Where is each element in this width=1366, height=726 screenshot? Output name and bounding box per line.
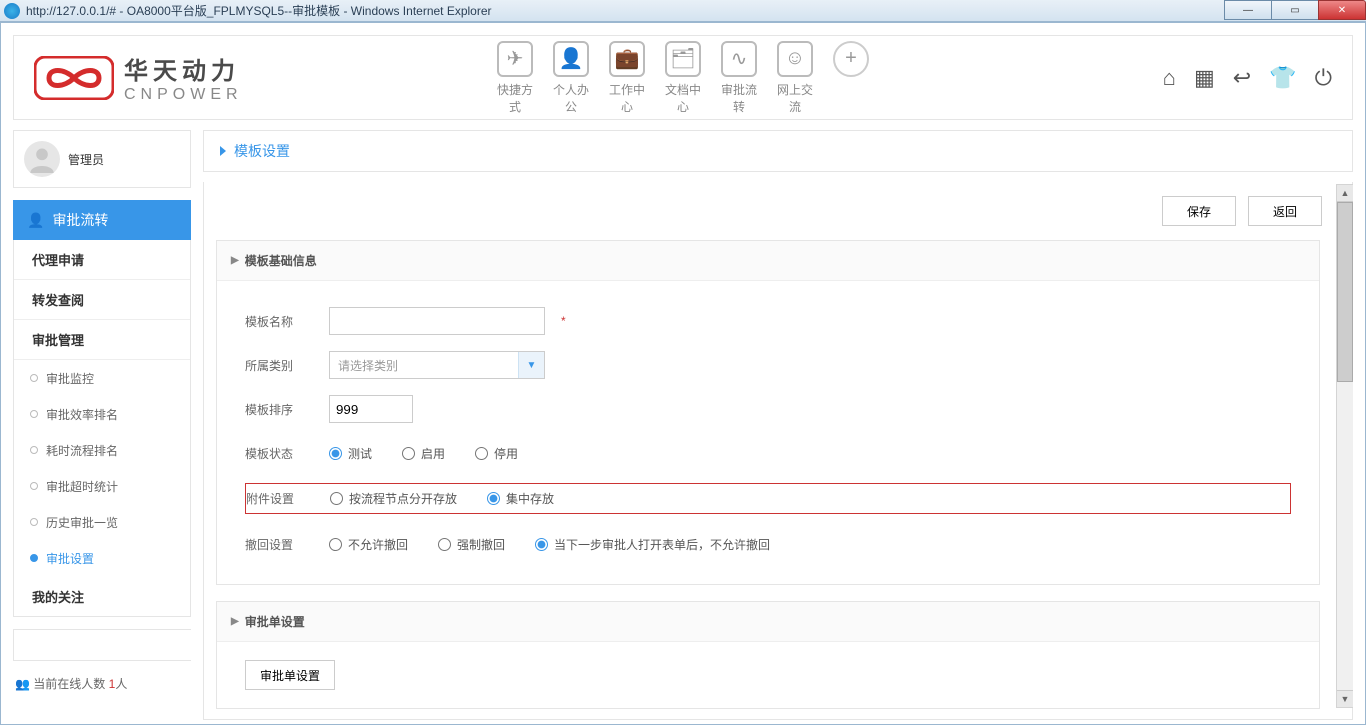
shirt-icon[interactable]: 👕	[1269, 65, 1296, 91]
radio-recall-force[interactable]: 强制撤回	[438, 536, 505, 553]
user-name: 管理员	[68, 151, 104, 168]
plus-icon: +	[833, 41, 869, 77]
top-nav: ✈快捷方式 👤个人办公 💼工作中心 🗂文档中心 ∿审批流转 ☺网上交流 +	[492, 41, 874, 115]
label-recall: 撤回设置	[245, 536, 315, 553]
radio-recall-no[interactable]: 不允许撤回	[329, 536, 408, 553]
folder-icon: 🗂	[665, 41, 701, 77]
window-title: http://127.0.0.1/# - OA8000平台版_FPLMYSQL5…	[26, 2, 492, 19]
maximize-button[interactable]: ▭	[1271, 0, 1319, 20]
label-attach: 附件设置	[246, 490, 316, 507]
sidebar-item-follow[interactable]: 我的关注	[14, 576, 190, 616]
radio-attach-central[interactable]: 集中存放	[487, 490, 554, 507]
top-right-icons: ⌂ ▦ ↩ 👕 ⏻	[1163, 65, 1332, 91]
radio-recall-afteropen[interactable]: 当下一步审批人打开表单后，不允许撤回	[535, 536, 770, 553]
people-icon: 👥	[15, 677, 30, 691]
wave-icon: ∿	[721, 41, 757, 77]
user-silhouette-icon: 👤	[27, 212, 44, 229]
radio-state-disable[interactable]: 停用	[475, 445, 518, 462]
content-scroll: 保存 返回 ▶模板基础信息 模板名称 * 所属类别	[203, 182, 1353, 720]
sidebar-sub-history[interactable]: 历史审批一览	[14, 504, 190, 540]
sidebar-item-manage[interactable]: 审批管理	[14, 320, 190, 360]
app-root: 华天动力 CNPOWER ✈快捷方式 👤个人办公 💼工作中心 🗂文档中心 ∿审批…	[0, 22, 1366, 725]
topnav-chat[interactable]: ☺网上交流	[772, 41, 818, 115]
sidebar-sub-efficiency[interactable]: 审批效率排名	[14, 396, 190, 432]
power-icon[interactable]: ⏻	[1315, 65, 1332, 91]
chevron-down-icon: ▼	[518, 352, 544, 378]
label-template-name: 模板名称	[245, 313, 315, 330]
back-button[interactable]: 返回	[1248, 196, 1322, 226]
browser-titlebar: http://127.0.0.1/# - OA8000平台版_FPLMYSQL5…	[0, 0, 1366, 22]
sidebar-search	[13, 629, 191, 661]
main-area: 模板设置 保存 返回 ▶模板基础信息 模板名称 *	[203, 130, 1353, 720]
sidebar-sub-settings[interactable]: 审批设置	[14, 540, 190, 576]
avatar	[24, 141, 60, 177]
scroll-up-icon[interactable]: ▲	[1337, 185, 1353, 202]
action-bar: 保存 返回	[204, 182, 1322, 240]
sidebar-sub-monitor[interactable]: 审批监控	[14, 360, 190, 396]
app-header: 华天动力 CNPOWER ✈快捷方式 👤个人办公 💼工作中心 🗂文档中心 ∿审批…	[13, 35, 1353, 120]
sidebar-sub-timeout[interactable]: 审批超时统计	[14, 468, 190, 504]
attachment-highlight-box: 附件设置 按流程节点分开存放 集中存放	[245, 483, 1291, 514]
panel-basic-info: ▶模板基础信息 模板名称 * 所属类别 请选择类别	[216, 240, 1320, 585]
side-menu: 代理申请 转发查阅 审批管理 审批监控 审批效率排名 耗时流程排名 审批超时统计…	[13, 240, 191, 617]
side-section-header: 👤 审批流转	[13, 200, 191, 240]
apps-icon[interactable]: ▦	[1194, 65, 1215, 91]
topnav-shortcut[interactable]: ✈快捷方式	[492, 41, 538, 115]
panel-approval-header[interactable]: ▶审批单设置	[217, 602, 1319, 642]
topnav-personal[interactable]: 👤个人办公	[548, 41, 594, 115]
category-select[interactable]: 请选择类别 ▼	[329, 351, 545, 379]
topnav-docs[interactable]: 🗂文档中心	[660, 41, 706, 115]
approval-form-button[interactable]: 审批单设置	[245, 660, 335, 690]
panel-basic-header[interactable]: ▶模板基础信息	[217, 241, 1319, 281]
required-mark: *	[561, 314, 566, 328]
breadcrumb: 模板设置	[203, 130, 1353, 172]
template-name-input[interactable]	[329, 307, 545, 335]
radio-state-enable[interactable]: 启用	[402, 445, 445, 462]
search-input[interactable]	[14, 630, 207, 660]
sidebar: 管理员 👤 审批流转 代理申请 转发查阅 审批管理 审批监控 审批效率排名 耗时…	[13, 130, 191, 720]
window-buttons: — ▭ ✕	[1225, 0, 1366, 22]
save-button[interactable]: 保存	[1162, 196, 1236, 226]
breadcrumb-title: 模板设置	[234, 141, 290, 161]
content-scrollbar[interactable]: ▲ ▼	[1336, 184, 1353, 708]
send-icon: ✈	[497, 41, 533, 77]
briefcase-icon: 💼	[609, 41, 645, 77]
ie-icon	[4, 3, 20, 19]
logo-text-cn: 华天动力	[124, 51, 243, 86]
sidebar-sub-time[interactable]: 耗时流程排名	[14, 432, 190, 468]
chevron-right-icon: ▶	[231, 255, 239, 266]
reply-icon[interactable]: ↩	[1233, 65, 1251, 91]
logo-text-en: CNPOWER	[124, 86, 243, 104]
chat-icon: ☺	[777, 41, 813, 77]
label-category: 所属类别	[245, 357, 315, 374]
chevron-right-icon: ▶	[231, 616, 239, 627]
close-button[interactable]: ✕	[1318, 0, 1366, 20]
label-order: 模板排序	[245, 401, 315, 418]
logo: 华天动力 CNPOWER	[34, 51, 243, 104]
topnav-work[interactable]: 💼工作中心	[604, 41, 650, 115]
label-state: 模板状态	[245, 445, 315, 462]
topnav-add[interactable]: +	[828, 41, 874, 115]
minimize-button[interactable]: —	[1224, 0, 1272, 20]
sidebar-item-proxy[interactable]: 代理申请	[14, 240, 190, 280]
arrow-right-icon	[220, 146, 226, 156]
scroll-down-icon[interactable]: ▼	[1337, 690, 1353, 707]
user-box: 管理员	[13, 130, 191, 188]
radio-state-test[interactable]: 测试	[329, 445, 372, 462]
topnav-approval[interactable]: ∿审批流转	[716, 41, 762, 115]
panel-approval-form: ▶审批单设置 审批单设置	[216, 601, 1320, 709]
sidebar-item-forward[interactable]: 转发查阅	[14, 280, 190, 320]
radio-attach-split[interactable]: 按流程节点分开存放	[330, 490, 457, 507]
scroll-thumb[interactable]	[1337, 202, 1353, 382]
user-icon: 👤	[553, 41, 589, 77]
home-icon[interactable]: ⌂	[1163, 65, 1176, 91]
online-count: 👥 当前在线人数 1人	[13, 671, 191, 696]
logo-infinity-icon	[34, 56, 114, 100]
order-input[interactable]	[329, 395, 413, 423]
